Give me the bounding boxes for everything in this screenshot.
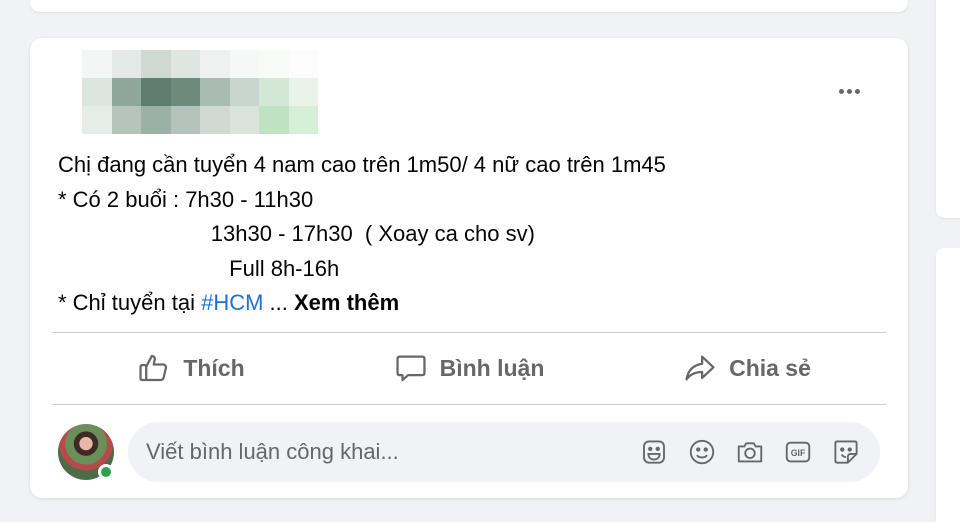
share-arrow-icon [685,355,715,381]
post-text-line: Chị đang cần tuyển 4 nam cao trên 1m50/ … [58,152,666,177]
ellipsis: ... [263,290,294,315]
camera-icon [737,442,763,463]
sidebar-card-top [936,0,960,218]
camera-button[interactable] [734,436,766,468]
comment-placeholder: Viết bình luận công khai... [146,439,399,464]
author-header-blurred [82,50,318,134]
sticker-icon [834,440,858,464]
online-status-dot [98,464,114,480]
post-text-line-last: * Chỉ tuyển tại #HCM ... Xem thêm [58,286,878,321]
previous-post-card [30,0,908,12]
post-body-text: Chị đang cần tuyển 4 nam cao trên 1m50/ … [58,148,878,321]
see-more-link[interactable]: Xem thêm [294,290,399,315]
post-text-line: Full 8h-16h [58,255,340,281]
comment-input[interactable]: Viết bình luận công khai... GIF [128,422,880,482]
share-label: Chia sẻ [729,354,811,381]
svg-text:GIF: GIF [791,448,806,458]
post-card: Chị đang cần tuyển 4 nam cao trên 1m50/ … [30,38,908,498]
comment-tools: GIF [638,436,862,468]
divider [52,332,886,333]
hashtag-link[interactable]: #HCM [201,290,263,315]
post-text-line: 13h30 - 17h30 ( Xoay ca cho sv) [58,221,535,246]
avatar-sticker-icon [643,440,665,464]
post-actions: Thích Bình luận Chia sẻ [52,334,886,402]
more-options-icon [838,88,844,94]
share-button[interactable]: Chia sẻ [608,334,886,402]
divider [52,404,886,405]
sticker-button[interactable] [830,436,862,468]
post-text-line: * Có 2 buổi : 7h30 - 11h30 [58,186,314,212]
emoji-icon [689,439,715,465]
gif-button[interactable]: GIF [782,436,814,468]
thumbs-up-icon [139,354,168,382]
emoji-button[interactable] [686,436,718,468]
avatar-sticker-button[interactable] [638,436,670,468]
more-options-button[interactable] [832,78,866,104]
like-button[interactable]: Thích [52,334,330,402]
gif-icon: GIF [785,441,811,463]
like-label: Thích [183,354,245,381]
speech-bubble-icon [396,355,426,382]
comment-composer: Viết bình luận công khai... GIF [58,422,880,482]
sidebar-card-bottom [936,248,960,522]
post-text-prefix: * Chỉ tuyển tại [58,290,202,315]
comment-button[interactable]: Bình luận [330,334,608,402]
comment-label: Bình luận [439,354,545,381]
